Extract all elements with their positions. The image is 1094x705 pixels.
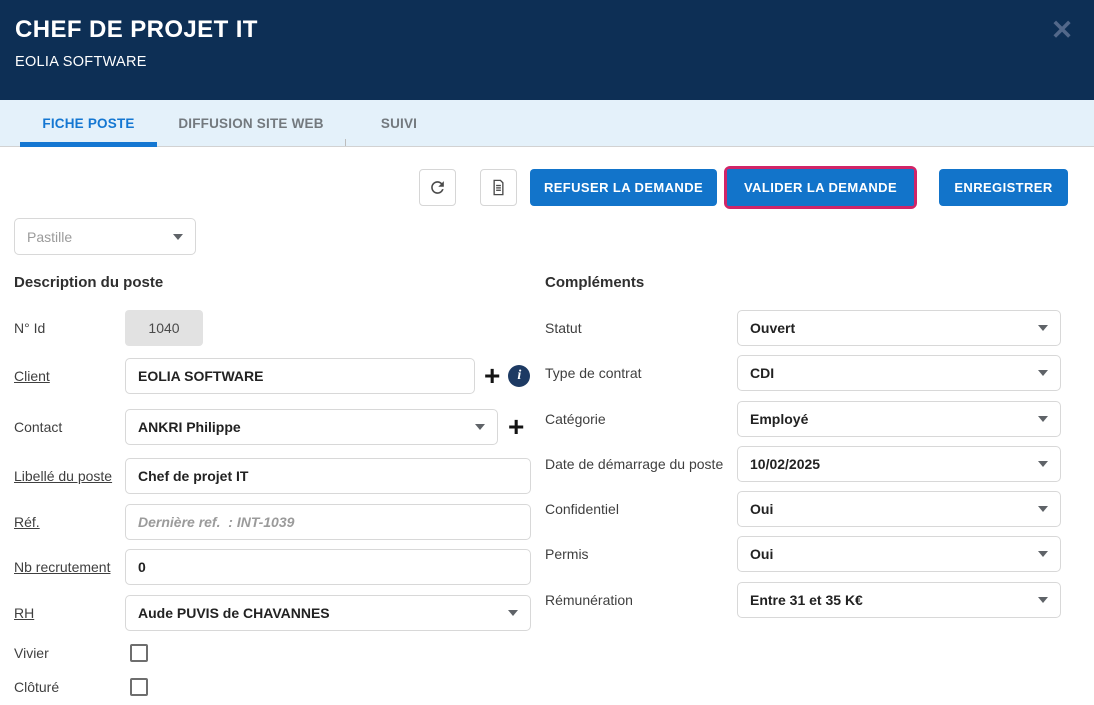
row-rh: RH Aude PUVIS de CHAVANNES (14, 595, 534, 631)
contact-select[interactable]: ANKRI Philippe (125, 409, 498, 445)
save-button[interactable]: ENREGISTRER (939, 169, 1068, 206)
ref-input[interactable] (125, 504, 531, 540)
nb-recrutement-label[interactable]: Nb recrutement (14, 559, 125, 575)
refuse-request-button[interactable]: REFUSER LA DEMANDE (530, 169, 717, 206)
row-type-contrat: Type de contrat CDI (545, 355, 1080, 391)
confidentiel-label: Confidentiel (545, 501, 737, 517)
chevron-down-icon (1038, 506, 1048, 512)
client-label[interactable]: Client (14, 368, 125, 384)
page-subtitle: EOLIA SOFTWARE (15, 54, 147, 70)
row-libelle: Libellé du poste (14, 458, 534, 494)
categorie-select[interactable]: Employé (737, 401, 1061, 437)
libelle-label[interactable]: Libellé du poste (14, 468, 125, 484)
statut-select[interactable]: Ouvert (737, 310, 1061, 346)
date-demarrage-select[interactable]: 10/02/2025 (737, 446, 1061, 482)
nb-recrutement-input[interactable] (125, 549, 531, 585)
row-contact: Contact ANKRI Philippe + (14, 409, 534, 445)
row-client: Client + i (14, 358, 534, 394)
date-demarrage-label: Date de démarrage du poste (545, 456, 737, 472)
tab-suivi[interactable]: SUIVI (345, 100, 453, 146)
num-id-value: 1040 (125, 310, 203, 346)
permis-select[interactable]: Oui (737, 536, 1061, 572)
rh-select[interactable]: Aude PUVIS de CHAVANNES (125, 595, 531, 631)
client-info-icon[interactable]: i (508, 365, 530, 387)
validate-request-highlight: VALIDER LA DEMANDE (724, 166, 917, 209)
row-ref: Réf. (14, 504, 534, 540)
page-title: CHEF DE PROJET IT (15, 16, 258, 44)
document-button[interactable] (480, 169, 517, 206)
row-num-id: N° Id 1040 (14, 310, 534, 346)
row-nb-recrutement: Nb recrutement (14, 549, 534, 585)
permis-label: Permis (545, 546, 737, 562)
chevron-down-icon (1038, 325, 1048, 331)
type-contrat-select[interactable]: CDI (737, 355, 1061, 391)
chevron-down-icon (508, 610, 518, 616)
chevron-down-icon (1038, 370, 1048, 376)
chevron-down-icon (1038, 551, 1048, 557)
tab-divider (345, 139, 346, 146)
ref-label[interactable]: Réf. (14, 514, 125, 530)
row-remuneration: Rémunération Entre 31 et 35 K€ (545, 582, 1080, 618)
section-title-description: Description du poste (14, 274, 163, 291)
add-contact-icon[interactable]: + (508, 413, 524, 441)
dialog-header: CHEF DE PROJET IT EOLIA SOFTWARE ✕ (0, 0, 1094, 100)
tab-bar: FICHE POSTE DIFFUSION SITE WEB SUIVI (0, 100, 1094, 147)
cloture-checkbox[interactable] (130, 678, 148, 696)
permis-value: Oui (750, 546, 1038, 562)
pastille-select[interactable]: Pastille (14, 218, 196, 255)
date-demarrage-value: 10/02/2025 (750, 456, 1038, 472)
tab-diffusion-site-web[interactable]: DIFFUSION SITE WEB (157, 100, 345, 146)
vivier-label: Vivier (14, 645, 130, 661)
contact-value: ANKRI Philippe (138, 419, 475, 435)
section-title-complements: Compléments (545, 274, 644, 291)
statut-label: Statut (545, 320, 737, 336)
vivier-checkbox[interactable] (130, 644, 148, 662)
row-categorie: Catégorie Employé (545, 401, 1080, 437)
num-id-label: N° Id (14, 320, 125, 336)
contact-label: Contact (14, 419, 125, 435)
type-contrat-label: Type de contrat (545, 365, 737, 381)
libelle-input[interactable] (125, 458, 531, 494)
statut-value: Ouvert (750, 320, 1038, 336)
refresh-button[interactable] (419, 169, 456, 206)
chevron-down-icon (173, 234, 183, 240)
row-statut: Statut Ouvert (545, 310, 1080, 346)
categorie-value: Employé (750, 411, 1038, 427)
categorie-label: Catégorie (545, 411, 737, 427)
validate-request-button[interactable]: VALIDER LA DEMANDE (727, 169, 914, 206)
cloture-label: Clôturé (14, 679, 130, 695)
row-cloture: Clôturé (14, 677, 534, 697)
remuneration-value: Entre 31 et 35 K€ (750, 592, 1038, 608)
client-input[interactable] (125, 358, 475, 394)
rh-value: Aude PUVIS de CHAVANNES (138, 605, 508, 621)
confidentiel-value: Oui (750, 501, 1038, 517)
chevron-down-icon (1038, 416, 1048, 422)
chevron-down-icon (475, 424, 485, 430)
document-icon (489, 178, 508, 197)
rh-label[interactable]: RH (14, 605, 125, 621)
close-icon[interactable]: ✕ (1046, 14, 1078, 46)
confidentiel-select[interactable]: Oui (737, 491, 1061, 527)
pastille-placeholder: Pastille (27, 229, 173, 245)
row-date-demarrage: Date de démarrage du poste 10/02/2025 (545, 446, 1080, 482)
job-request-dialog: CHEF DE PROJET IT EOLIA SOFTWARE ✕ FICHE… (0, 0, 1094, 705)
tab-fiche-poste[interactable]: FICHE POSTE (20, 100, 157, 146)
row-permis: Permis Oui (545, 536, 1080, 572)
row-vivier: Vivier (14, 643, 534, 663)
chevron-down-icon (1038, 597, 1048, 603)
row-confidentiel: Confidentiel Oui (545, 491, 1080, 527)
remuneration-label: Rémunération (545, 592, 737, 608)
refresh-icon (428, 178, 447, 197)
remuneration-select[interactable]: Entre 31 et 35 K€ (737, 582, 1061, 618)
add-client-icon[interactable]: + (484, 362, 500, 390)
chevron-down-icon (1038, 461, 1048, 467)
type-contrat-value: CDI (750, 365, 1038, 381)
